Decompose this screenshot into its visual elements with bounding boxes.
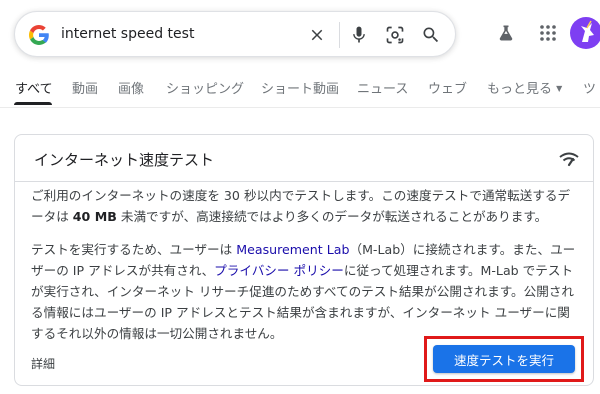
lens-icon[interactable]	[383, 23, 407, 47]
desc-text-c: 未満ですが、高速接続ではより多くのデータが転送されることがあります。	[116, 209, 548, 224]
run-speed-test-button[interactable]: 速度テストを実行	[433, 345, 575, 373]
tab-active-indicator	[14, 102, 52, 105]
search-input[interactable]: internet speed test	[61, 12, 194, 56]
tab-more-label: もっと見る	[487, 82, 553, 97]
tabs-divider	[0, 107, 600, 108]
labs-flask-icon[interactable]	[493, 20, 519, 46]
unicorn-avatar-icon	[581, 20, 594, 42]
tab-videos[interactable]: 動画	[72, 78, 98, 97]
chevron-down-icon: ▼	[556, 84, 563, 93]
description-paragraph: ご利用のインターネットの速度を 30 秒以内でテストします。この速度テストで通常…	[31, 185, 581, 227]
tab-images[interactable]: 画像	[118, 78, 144, 97]
card-title: インターネット速度テスト	[34, 151, 215, 169]
search-bar[interactable]: internet speed test	[14, 11, 456, 57]
tab-news[interactable]: ニュース	[357, 78, 408, 97]
tab-short-videos[interactable]: ショート動画	[261, 78, 339, 97]
measurement-lab-link[interactable]: Measurement Lab	[236, 242, 349, 257]
google-g-icon	[29, 25, 49, 45]
privacy-text-a: テストを実行するため、ユーザーは	[31, 242, 237, 257]
details-link[interactable]: 詳細	[31, 355, 55, 372]
card-header-divider	[15, 181, 593, 182]
tab-shopping[interactable]: ショッピング	[166, 78, 244, 97]
tab-overflow[interactable]: ツ	[583, 78, 596, 97]
tab-all[interactable]: すべて	[15, 78, 53, 97]
wifi-icon	[559, 152, 579, 167]
search-icon[interactable]	[419, 23, 443, 47]
tab-web[interactable]: ウェブ	[428, 78, 467, 97]
run-button-highlight: 速度テストを実行	[424, 336, 584, 382]
privacy-paragraph: テストを実行するため、ユーザーは Measurement Lab（M-Lab）に…	[31, 239, 581, 344]
data-size: 40 MB	[72, 209, 117, 224]
search-divider	[339, 22, 340, 48]
microphone-icon[interactable]	[347, 23, 371, 47]
clear-icon[interactable]	[305, 23, 329, 47]
apps-grid-icon[interactable]	[535, 20, 561, 46]
privacy-policy-link[interactable]: プライバシー ポリシー	[214, 263, 344, 278]
avatar[interactable]	[570, 17, 600, 49]
search-tabs: すべて 動画 画像 ショッピング ショート動画 ニュース ウェブ もっと見る ▼…	[0, 72, 600, 105]
tab-more[interactable]: もっと見る ▼	[487, 78, 562, 97]
